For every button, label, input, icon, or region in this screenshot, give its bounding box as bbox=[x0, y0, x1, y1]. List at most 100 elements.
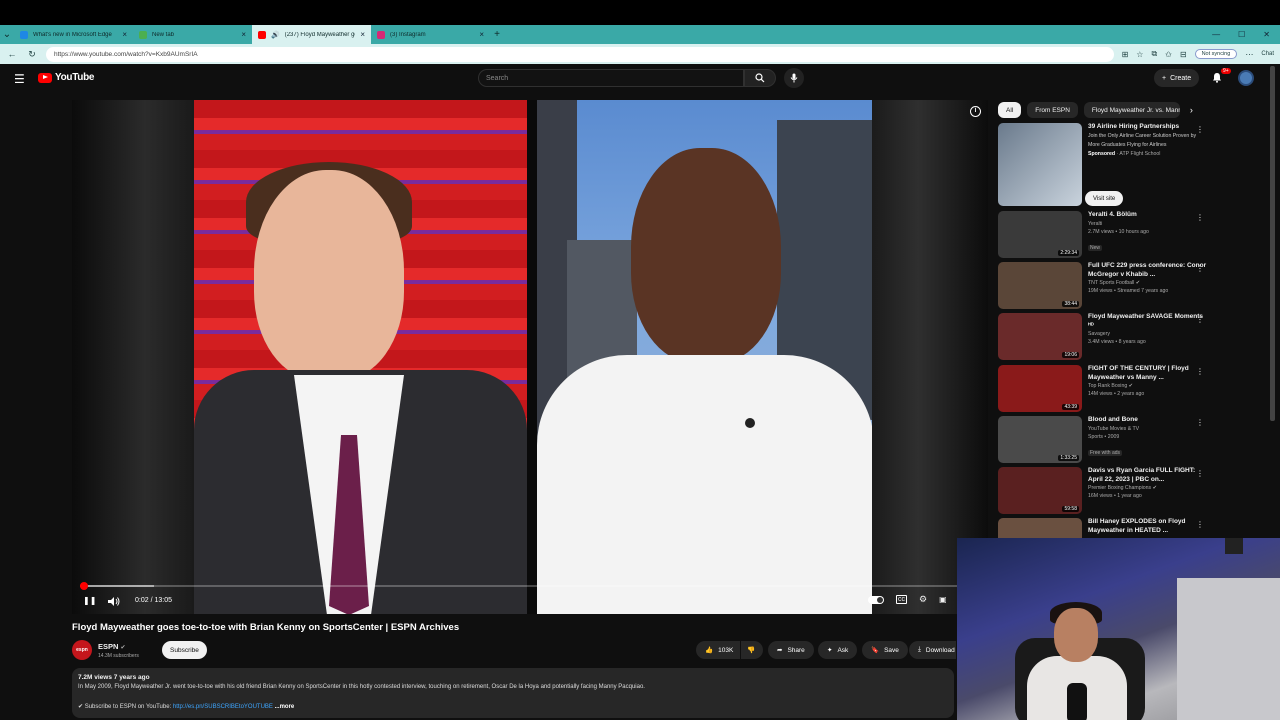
related-video-channel[interactable]: YouTube Movies & TV bbox=[1088, 425, 1268, 433]
settings-gear-icon[interactable]: ⚙ bbox=[919, 594, 927, 605]
like-button[interactable]: 👍 103K bbox=[696, 641, 740, 659]
more-actions-icon[interactable]: ⋮ bbox=[1196, 367, 1204, 376]
save-button[interactable]: 🔖 Save bbox=[862, 641, 908, 659]
close-tab-icon[interactable]: × bbox=[479, 30, 484, 39]
ad-thumbnail[interactable] bbox=[998, 123, 1082, 206]
create-button[interactable]: + Create bbox=[1154, 69, 1200, 87]
minimize-icon[interactable]: — bbox=[1212, 30, 1220, 39]
chevron-right-icon[interactable]: › bbox=[1190, 105, 1193, 115]
related-video-channel[interactable]: Yeralti bbox=[1088, 220, 1268, 228]
visit-site-button[interactable]: Visit site bbox=[1085, 191, 1124, 206]
tab-actions-icon[interactable]: ⌄ bbox=[0, 29, 14, 40]
pause-icon[interactable]: ❚❚ bbox=[83, 596, 96, 605]
related-video-item[interactable]: 43:39 FIGHT OF THE CENTURY | Floyd Maywe… bbox=[998, 365, 1268, 412]
related-video-item[interactable]: 19:06 Floyd Mayweather SAVAGE Moments ᴴᴰ… bbox=[998, 313, 1268, 360]
related-video-title[interactable]: Davis vs Ryan Garcia FULL FIGHT: April 2… bbox=[1088, 467, 1208, 484]
download-button[interactable]: ⤓ Download bbox=[909, 641, 956, 659]
sponsored-ad[interactable]: 39 Airline Hiring Partnerships Join the … bbox=[998, 123, 1268, 206]
dislike-button[interactable]: 👎 bbox=[741, 641, 763, 659]
video-info-icon[interactable]: i bbox=[970, 106, 981, 117]
more-actions-icon[interactable]: ⋮ bbox=[1196, 520, 1204, 529]
copilot-chat-button[interactable]: Chat bbox=[1261, 51, 1274, 57]
related-video-channel[interactable]: TNT Sports Football ✔ bbox=[1088, 279, 1268, 287]
video-thumbnail[interactable]: 1:33:25 bbox=[998, 416, 1082, 463]
related-video-channel[interactable]: Savagery bbox=[1088, 330, 1268, 338]
related-video-item[interactable]: 2:29:34 Yeralti 4. Bölüm Yeralti 2.7M vi… bbox=[998, 211, 1268, 258]
extensions-icon[interactable]: ⧉ bbox=[1151, 49, 1157, 59]
search-input[interactable]: Search bbox=[478, 69, 744, 87]
video-thumbnail[interactable]: 38:44 bbox=[998, 262, 1082, 309]
related-video-title[interactable]: Blood and Bone bbox=[1088, 416, 1208, 425]
related-video-channel[interactable]: Top Rank Boxing ✔ bbox=[1088, 382, 1268, 390]
browser-tab-active[interactable]: 🔊 (237) Floyd Mayweather goes × bbox=[252, 25, 371, 44]
page-scrollbar[interactable] bbox=[1270, 66, 1275, 421]
youtube-favicon-icon bbox=[258, 30, 266, 39]
youtube-logo[interactable]: YouTube bbox=[38, 72, 95, 83]
video-thumbnail[interactable]: 19:06 bbox=[998, 313, 1082, 360]
refresh-icon[interactable]: ↻ bbox=[26, 49, 38, 60]
ask-button[interactable]: ✦ Ask bbox=[818, 641, 858, 659]
ad-title[interactable]: 39 Airline Hiring Partnerships bbox=[1088, 123, 1208, 132]
duration-badge: 43:39 bbox=[1062, 404, 1079, 410]
maximize-icon[interactable]: ☐ bbox=[1238, 30, 1245, 39]
browser-tab[interactable]: (3) Instagram × bbox=[371, 25, 490, 44]
back-icon[interactable]: ← bbox=[6, 49, 18, 59]
related-video-title[interactable]: Bill Haney EXPLODES on Floyd Mayweather … bbox=[1088, 518, 1208, 535]
related-video-channel[interactable]: Premier Boxing Champions ✔ bbox=[1088, 484, 1268, 492]
new-tab-icon[interactable]: + bbox=[490, 29, 504, 40]
chip-floyd-vs-manny[interactable]: Floyd Mayweather Jr. vs. Manny bbox=[1083, 102, 1180, 118]
favorites-icon[interactable]: ✩ bbox=[1165, 50, 1172, 59]
close-window-icon[interactable]: ✕ bbox=[1263, 30, 1270, 39]
audio-playing-icon[interactable]: 🔊 bbox=[271, 31, 280, 39]
autoplay-toggle[interactable] bbox=[868, 595, 884, 604]
volume-icon[interactable] bbox=[108, 597, 120, 606]
favorite-star-icon[interactable]: ☆ bbox=[1136, 50, 1143, 59]
voice-search-button[interactable] bbox=[784, 68, 804, 88]
related-video-title[interactable]: FIGHT OF THE CENTURY | Floyd Mayweather … bbox=[1088, 365, 1208, 382]
channel-avatar[interactable]: espn bbox=[72, 640, 92, 660]
more-actions-icon[interactable]: ⋮ bbox=[1196, 125, 1204, 134]
description-box[interactable] bbox=[72, 668, 954, 718]
more-actions-icon[interactable]: ⋮ bbox=[1196, 315, 1204, 324]
subscribe-link[interactable]: http://es.pn/SUBSCRIBEtoYOUTUBE bbox=[173, 704, 273, 710]
related-video-title[interactable]: Floyd Mayweather SAVAGE Moments ᴴᴰ bbox=[1088, 313, 1208, 330]
chip-from-espn[interactable]: From ESPN bbox=[1027, 102, 1078, 118]
video-thumbnail[interactable]: 43:39 bbox=[998, 365, 1082, 412]
video-progress-bar[interactable] bbox=[79, 582, 980, 590]
collections-icon[interactable]: ⊟ bbox=[1180, 50, 1187, 59]
notifications-bell-icon[interactable] bbox=[1212, 72, 1222, 83]
more-menu-icon[interactable]: ⋯ bbox=[1245, 50, 1253, 59]
related-video-title[interactable]: Yeralti 4. Bölüm bbox=[1088, 211, 1208, 220]
close-tab-icon[interactable]: × bbox=[360, 30, 365, 39]
more-actions-icon[interactable]: ⋮ bbox=[1196, 469, 1204, 478]
subscribe-button[interactable]: Subscribe bbox=[162, 641, 207, 659]
read-aloud-icon[interactable]: ⊞ bbox=[1122, 50, 1129, 59]
video-thumbnail[interactable]: 2:29:34 bbox=[998, 211, 1082, 258]
miniplayer-icon[interactable]: ▣ bbox=[939, 595, 947, 604]
video-thumbnail[interactable]: 59:58 bbox=[998, 467, 1082, 514]
account-avatar[interactable] bbox=[1238, 70, 1254, 86]
browser-tab[interactable]: New tab × bbox=[133, 25, 252, 44]
sync-status-button[interactable]: Not syncing bbox=[1194, 49, 1238, 59]
scrubber-handle[interactable] bbox=[79, 582, 88, 590]
related-video-title[interactable]: Full UFC 229 press conference: Conor McG… bbox=[1088, 262, 1208, 279]
close-tab-icon[interactable]: × bbox=[122, 30, 127, 39]
related-video-item[interactable]: 1:33:25 Blood and Bone YouTube Movies & … bbox=[998, 416, 1268, 463]
more-actions-icon[interactable]: ⋮ bbox=[1196, 213, 1204, 222]
browser-tab[interactable]: What's new in Microsoft Edge × bbox=[14, 25, 133, 44]
channel-name[interactable]: ESPN ✔ bbox=[98, 642, 126, 651]
thumbs-up-icon: 👍 bbox=[705, 647, 714, 654]
close-tab-icon[interactable]: × bbox=[241, 30, 246, 39]
url-field[interactable]: https://www.youtube.com/watch?v=Kxb9AUmS… bbox=[46, 46, 1114, 62]
chip-all[interactable]: All bbox=[998, 102, 1022, 118]
show-more-link[interactable]: ...more bbox=[275, 704, 295, 710]
search-button[interactable] bbox=[744, 69, 776, 87]
subtitles-icon[interactable]: cc bbox=[896, 595, 907, 604]
share-button[interactable]: ➦ Share bbox=[768, 641, 814, 659]
related-video-item[interactable]: 38:44 Full UFC 229 press conference: Con… bbox=[998, 262, 1268, 309]
related-video-item[interactable]: 59:58 Davis vs Ryan Garcia FULL FIGHT: A… bbox=[998, 467, 1268, 514]
more-actions-icon[interactable]: ⋮ bbox=[1196, 418, 1204, 427]
more-actions-icon[interactable]: ⋮ bbox=[1196, 264, 1204, 273]
video-player[interactable] bbox=[72, 100, 988, 614]
menu-icon[interactable]: ☰ bbox=[14, 72, 25, 86]
